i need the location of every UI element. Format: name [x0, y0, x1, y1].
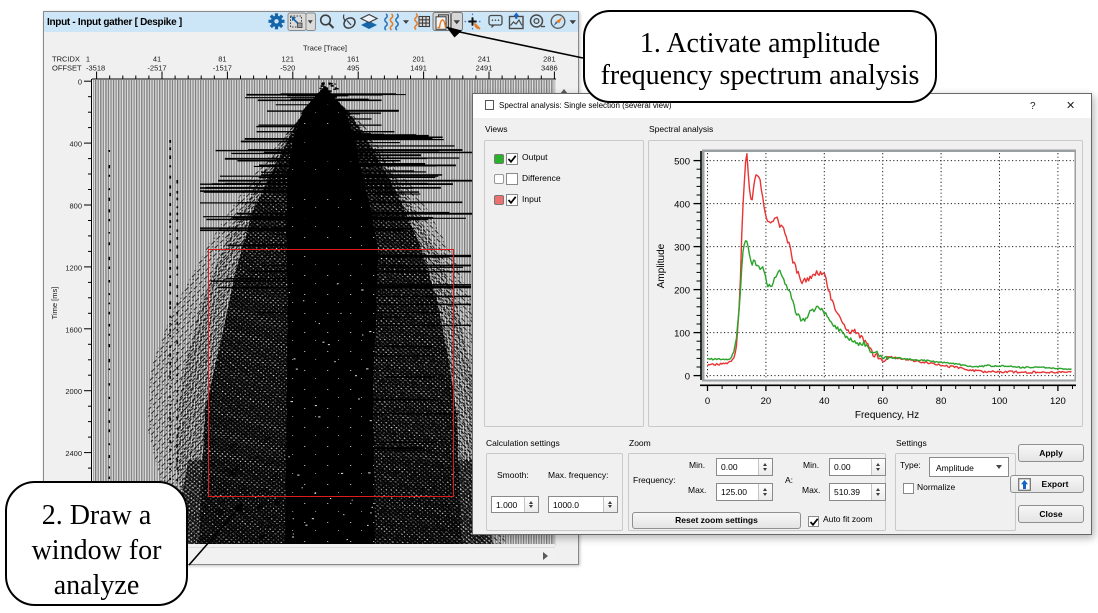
svg-text:0: 0 [78, 78, 82, 87]
svg-text:40: 40 [819, 396, 830, 407]
svg-text:500: 500 [674, 157, 690, 168]
svg-text:-3518: -3518 [86, 64, 105, 73]
svg-text:2491: 2491 [476, 64, 493, 73]
svg-text:Frequency, Hz: Frequency, Hz [855, 410, 919, 421]
svg-text:161: 161 [347, 55, 360, 64]
svg-text:Trace [Trace]: Trace [Trace] [303, 44, 347, 53]
svg-text:Time [ms]: Time [ms] [50, 287, 59, 320]
svg-text:3486: 3486 [541, 64, 558, 73]
svg-text:1491: 1491 [410, 64, 427, 73]
svg-text:-1517: -1517 [213, 64, 232, 73]
svg-text:60: 60 [877, 396, 888, 407]
svg-text:20: 20 [761, 396, 772, 407]
svg-text:121: 121 [282, 55, 295, 64]
svg-text:0: 0 [685, 372, 690, 383]
svg-text:1: 1 [86, 55, 90, 64]
svg-text:80: 80 [936, 396, 947, 407]
svg-text:TRCIDX: TRCIDX [52, 55, 80, 64]
svg-text:1600: 1600 [65, 325, 82, 334]
svg-text:201: 201 [412, 55, 425, 64]
svg-text:OFFSET: OFFSET [52, 64, 82, 73]
svg-text:400: 400 [69, 140, 82, 149]
svg-text:2000: 2000 [65, 387, 82, 396]
svg-text:1200: 1200 [65, 263, 82, 272]
svg-text:100: 100 [674, 329, 690, 340]
svg-text:281: 281 [543, 55, 556, 64]
svg-text:41: 41 [153, 55, 161, 64]
svg-text:120: 120 [1050, 396, 1066, 407]
svg-text:Amplitude: Amplitude [656, 243, 667, 288]
svg-text:400: 400 [674, 200, 690, 211]
svg-text:200: 200 [674, 286, 690, 297]
svg-text:495: 495 [347, 64, 360, 73]
svg-text:81: 81 [218, 55, 226, 64]
svg-text:2400: 2400 [65, 449, 82, 458]
svg-text:800: 800 [69, 202, 82, 211]
svg-text:241: 241 [478, 55, 491, 64]
svg-text:100: 100 [992, 396, 1008, 407]
svg-text:-520: -520 [280, 64, 295, 73]
svg-text:0: 0 [705, 396, 710, 407]
svg-text:300: 300 [674, 243, 690, 254]
svg-text:-2517: -2517 [147, 64, 166, 73]
